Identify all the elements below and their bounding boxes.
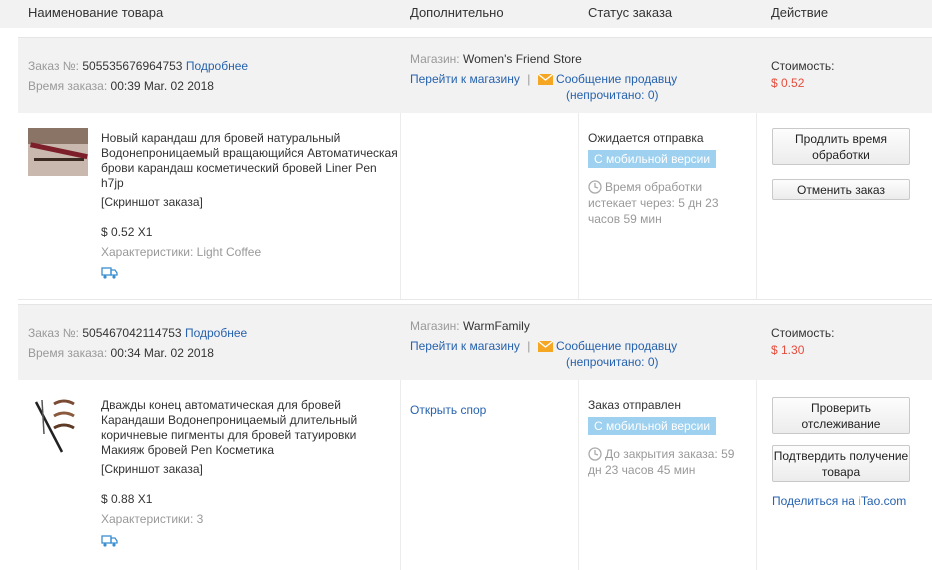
shipping-truck-icon[interactable] bbox=[101, 535, 118, 550]
order-cost: $ 1.30 bbox=[771, 343, 805, 357]
order-status: Ожидается отправка bbox=[588, 131, 704, 145]
order-cost: $ 0.52 bbox=[771, 76, 805, 90]
col-header-action: Действие bbox=[771, 5, 829, 20]
go-to-store-link[interactable]: Перейти к магазину bbox=[410, 339, 520, 353]
order-number: 505467042114753 bbox=[82, 326, 182, 340]
unread-prefix: (непрочитано: bbox=[566, 88, 648, 102]
order-body: Новый карандаш для бровей натуральный Во… bbox=[18, 113, 932, 300]
cost-label: Стоимость: bbox=[771, 326, 835, 340]
order-number-label: Заказ №: bbox=[28, 326, 80, 340]
timer-line-1: Время обработки bbox=[605, 180, 703, 194]
order-time-line: Время заказа: 00:39 Mar. 02 2018 bbox=[28, 79, 214, 93]
clock-icon bbox=[588, 180, 605, 194]
store-actions: Перейти к магазину | Сообщение продавцу bbox=[410, 72, 677, 88]
product-thumbnail[interactable] bbox=[28, 394, 88, 456]
unit-price: $ 0.88 X1 bbox=[101, 492, 153, 506]
characteristics-label: Характеристики: bbox=[101, 512, 194, 526]
characteristics-label: Характеристики: bbox=[101, 245, 194, 259]
store-label: Магазин: bbox=[410, 52, 460, 66]
order-time: 00:34 Mar. 02 2018 bbox=[110, 346, 214, 360]
store-line: Магазин: Women's Friend Store bbox=[410, 52, 582, 66]
itao-brand-rest: Tao.com bbox=[860, 494, 907, 508]
order-screenshot-link[interactable]: [Скриншот заказа] bbox=[101, 462, 203, 476]
closing-timer: До закрытия заказа: 59 дн 23 часов 45 ми… bbox=[588, 446, 758, 478]
shipping-truck-icon[interactable] bbox=[101, 267, 118, 282]
product-title-link[interactable]: Новый карандаш для бровей натуральный Во… bbox=[101, 131, 401, 191]
col-header-extra: Дополнительно bbox=[410, 5, 504, 20]
mobile-version-badge: С мобильной версии bbox=[588, 417, 717, 435]
order-time-label: Время заказа: bbox=[28, 346, 108, 360]
order-number-line: Заказ №: 505535676964753 Подробнее bbox=[28, 59, 248, 73]
order-header: Заказ №: 505535676964753 Подробнее Время… bbox=[18, 37, 932, 114]
product-thumbnail[interactable] bbox=[28, 128, 88, 178]
unread-count[interactable]: (непрочитано: 0) bbox=[566, 355, 659, 369]
table-header: Наименование товара Дополнительно Статус… bbox=[0, 0, 932, 28]
col-header-status: Статус заказа bbox=[588, 5, 673, 20]
timer-line-3: часов 59 мин bbox=[588, 212, 662, 226]
store-label: Магазин: bbox=[410, 319, 460, 333]
characteristics-value: Light Coffee bbox=[196, 245, 262, 259]
unread-count[interactable]: (непрочитано: 0) bbox=[566, 88, 659, 102]
col-header-product: Наименование товара bbox=[28, 5, 164, 20]
order-screenshot-link[interactable]: [Скриншот заказа] bbox=[101, 195, 203, 209]
message-seller-link[interactable]: Сообщение продавцу bbox=[556, 339, 677, 353]
store-actions: Перейти к магазину | Сообщение продавцу bbox=[410, 339, 677, 355]
timer-line-2: истекает через: 5 дн 23 bbox=[588, 196, 719, 210]
order-number-label: Заказ №: bbox=[28, 59, 80, 73]
extend-processing-button[interactable]: Продлить время обработки bbox=[772, 128, 910, 165]
order-number-line: Заказ №: 505467042114753 Подробнее bbox=[28, 326, 247, 340]
product-title-link[interactable]: Дважды конец автоматическая для бровей К… bbox=[101, 398, 386, 458]
unread-number: 0 bbox=[647, 88, 655, 102]
share-prefix: Поделиться на bbox=[772, 494, 859, 508]
order-body: Дважды конец автоматическая для бровей К… bbox=[18, 380, 932, 570]
timer-line-2: дн 23 часов 45 мин bbox=[588, 463, 696, 477]
order-header: Заказ №: 505467042114753 Подробнее Время… bbox=[18, 304, 932, 381]
cost-label: Стоимость: bbox=[771, 59, 835, 73]
unread-suffix: ) bbox=[654, 88, 659, 102]
order-time: 00:39 Mar. 02 2018 bbox=[110, 79, 214, 93]
order-status: Заказ отправлен bbox=[588, 398, 681, 412]
order-details-link[interactable]: Подробнее bbox=[185, 326, 247, 340]
confirm-receipt-button[interactable]: Подтвердить получение товара bbox=[772, 445, 910, 482]
timer-line-1: До закрытия заказа: 59 bbox=[605, 447, 735, 461]
unread-number: 0 bbox=[647, 355, 655, 369]
order-details-link[interactable]: Подробнее bbox=[186, 59, 248, 73]
store-line: Магазин: WarmFamily bbox=[410, 319, 530, 333]
open-dispute-link[interactable]: Открыть спор bbox=[410, 403, 486, 417]
unread-suffix: ) bbox=[654, 355, 659, 369]
store-name: Women's Friend Store bbox=[462, 52, 582, 66]
unread-prefix: (непрочитано: bbox=[566, 355, 648, 369]
share-on-itao-link[interactable]: Поделиться на iTao.com bbox=[772, 494, 906, 508]
message-seller-link[interactable]: Сообщение продавцу bbox=[556, 72, 677, 86]
unit-price: $ 0.52 X1 bbox=[101, 225, 153, 239]
separator: | bbox=[527, 339, 531, 353]
processing-timer: Время обработки истекает через: 5 дн 23 … bbox=[588, 179, 758, 227]
characteristics-value: 3 bbox=[196, 512, 204, 526]
clock-icon bbox=[588, 447, 605, 461]
order-time-label: Время заказа: bbox=[28, 79, 108, 93]
go-to-store-link[interactable]: Перейти к магазину bbox=[410, 72, 520, 86]
store-name: WarmFamily bbox=[462, 319, 530, 333]
characteristics: Характеристики: 3 bbox=[101, 512, 203, 526]
cancel-order-button[interactable]: Отменить заказ bbox=[772, 179, 910, 200]
order-number: 505535676964753 bbox=[82, 59, 183, 73]
envelope-icon bbox=[537, 73, 554, 88]
separator: | bbox=[527, 72, 531, 86]
track-shipment-button[interactable]: Проверить отслеживание bbox=[772, 397, 910, 434]
mobile-version-badge: С мобильной версии bbox=[588, 150, 717, 168]
characteristics: Характеристики: Light Coffee bbox=[101, 245, 261, 259]
order-time-line: Время заказа: 00:34 Mar. 02 2018 bbox=[28, 346, 214, 360]
envelope-icon bbox=[537, 340, 554, 355]
